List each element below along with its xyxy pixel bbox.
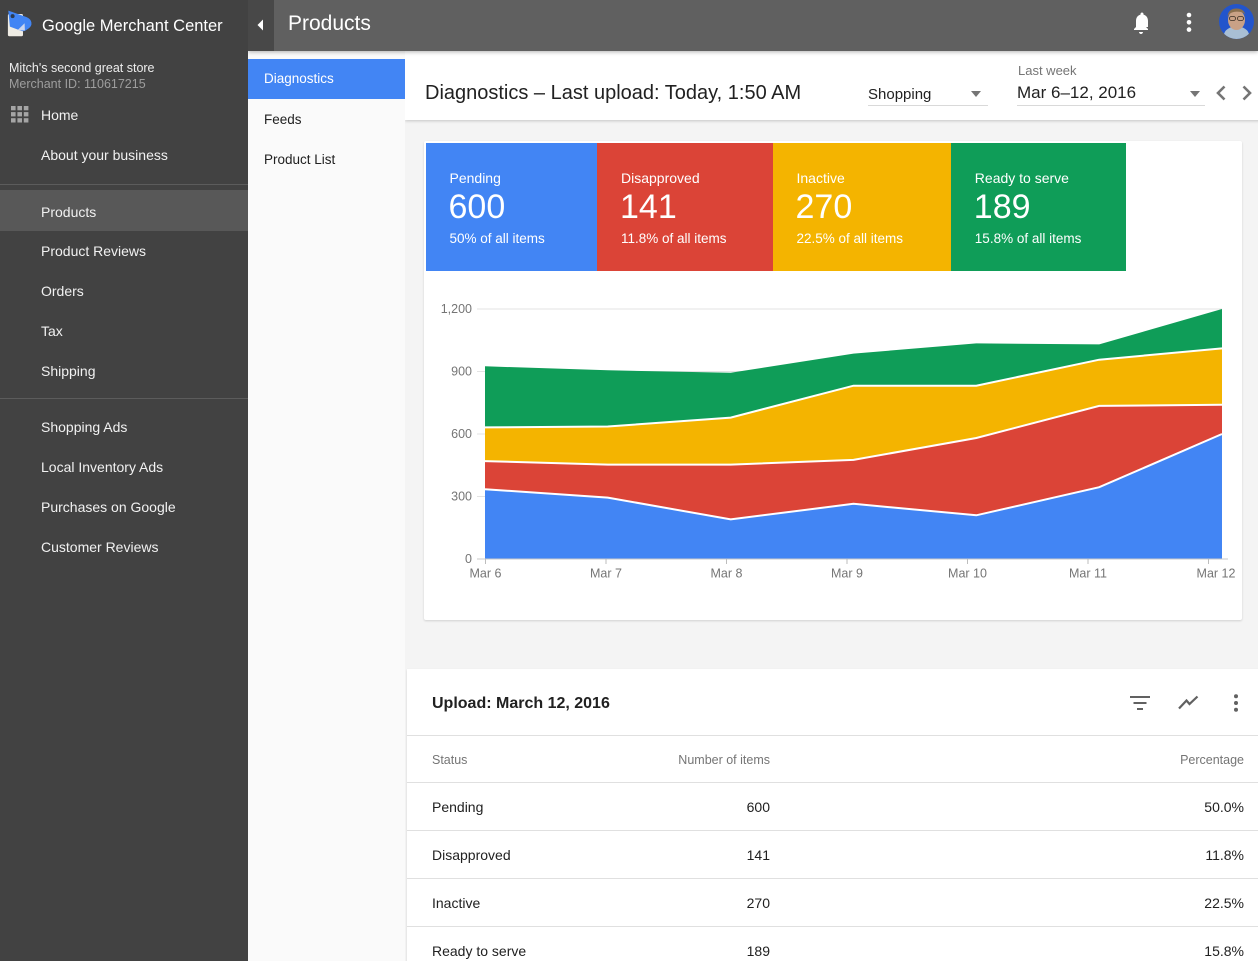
svg-text:Mar 7: Mar 7 [590, 567, 622, 581]
svg-text:0: 0 [465, 552, 472, 566]
svg-text:Mar 8: Mar 8 [711, 567, 743, 581]
svg-text:900: 900 [451, 365, 472, 379]
svg-text:Mar 12: Mar 12 [1197, 567, 1236, 581]
svg-text:300: 300 [451, 490, 472, 504]
svg-text:Mar 6: Mar 6 [470, 567, 502, 581]
svg-text:600: 600 [451, 427, 472, 441]
svg-text:Mar 10: Mar 10 [948, 567, 987, 581]
svg-text:Mar 11: Mar 11 [1069, 567, 1107, 581]
svg-text:Mar 9: Mar 9 [831, 567, 863, 581]
svg-text:1,200: 1,200 [441, 302, 472, 316]
